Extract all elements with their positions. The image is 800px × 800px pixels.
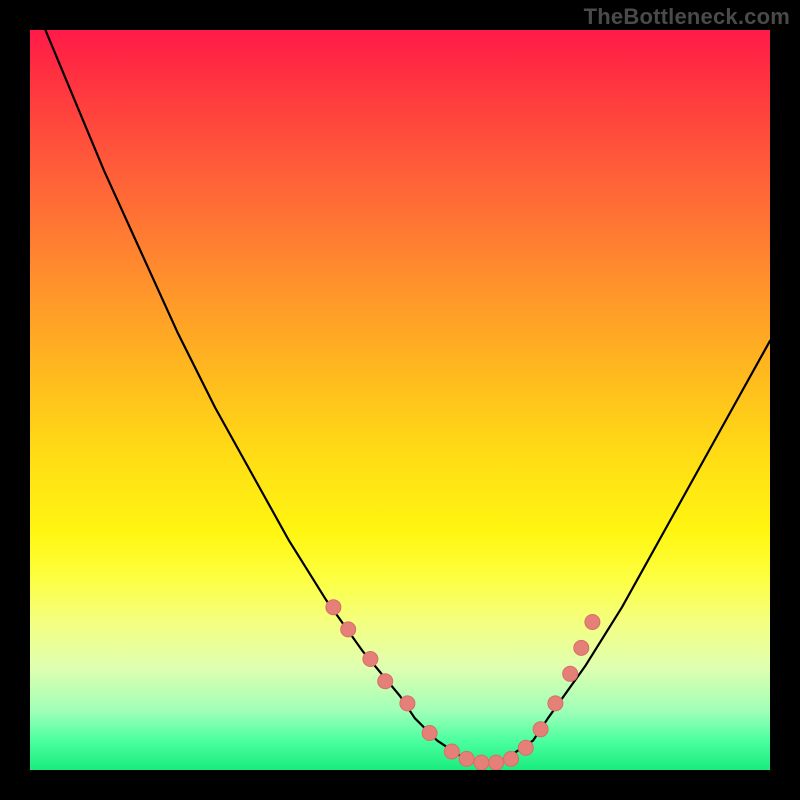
- highlight-marker: [378, 674, 393, 689]
- chart-frame: TheBottleneck.com: [0, 0, 800, 800]
- highlight-marker: [548, 696, 563, 711]
- curve-layer: [30, 30, 770, 770]
- watermark-text: TheBottleneck.com: [584, 4, 790, 30]
- bottleneck-curve: [30, 30, 770, 763]
- highlight-marker: [574, 640, 589, 655]
- highlight-marker: [400, 696, 415, 711]
- plot-area: [30, 30, 770, 770]
- highlight-marker: [326, 600, 341, 615]
- highlight-marker: [363, 652, 378, 667]
- highlight-marker: [533, 722, 548, 737]
- highlight-marker: [489, 755, 504, 770]
- bottleneck-curve-path: [30, 30, 770, 763]
- highlight-marker: [459, 751, 474, 766]
- highlight-marker: [341, 622, 356, 637]
- highlight-marker: [474, 755, 489, 770]
- highlight-markers: [326, 600, 600, 770]
- highlight-marker: [563, 666, 578, 681]
- highlight-marker: [518, 740, 533, 755]
- highlight-marker: [422, 726, 437, 741]
- highlight-marker: [444, 744, 459, 759]
- highlight-marker: [504, 751, 519, 766]
- highlight-marker: [585, 615, 600, 630]
